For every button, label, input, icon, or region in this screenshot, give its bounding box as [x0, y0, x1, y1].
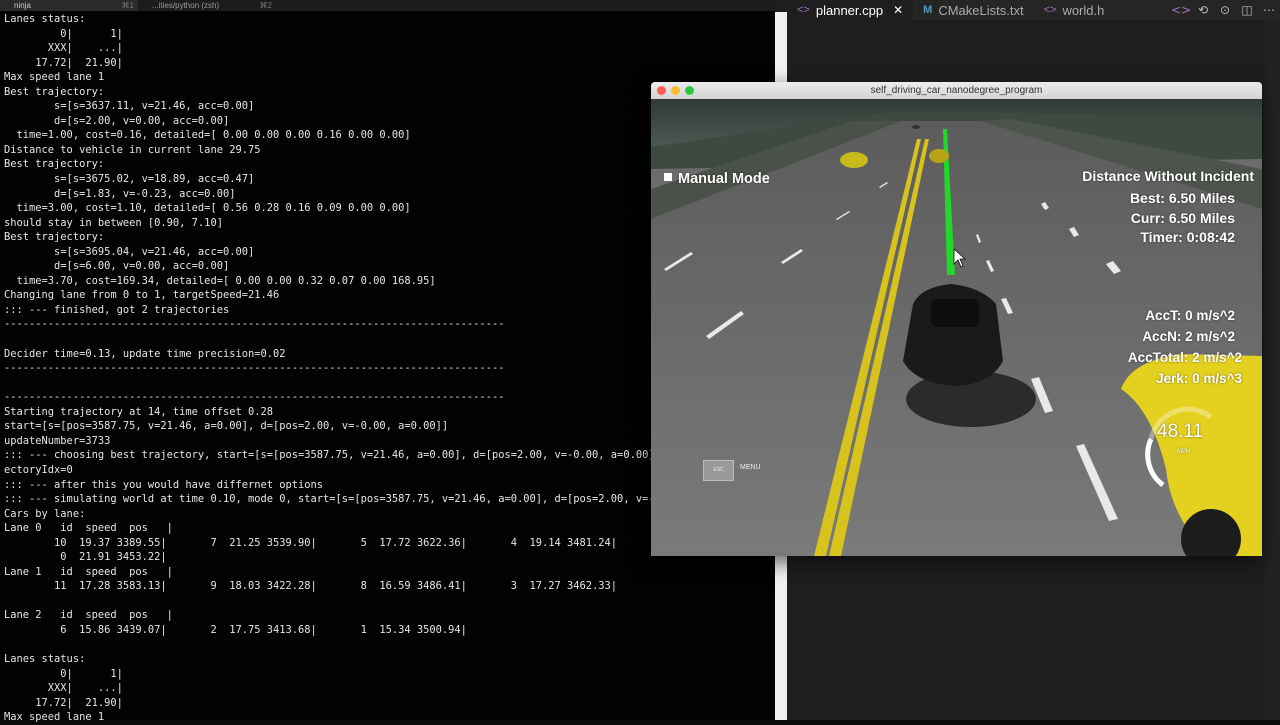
checkbox-icon[interactable]	[664, 173, 672, 181]
terminal-line: 11 17.28 3583.13| 9 18.03 3422.28| 8 16.…	[4, 580, 618, 593]
esc-button[interactable]: ESC	[703, 460, 734, 481]
simulator-window[interactable]: self_driving_car_nanodegree_program Manu…	[651, 82, 1262, 556]
preview-icon[interactable]: ⊙	[1214, 0, 1236, 20]
ego-car-roof	[931, 299, 979, 327]
more-actions-icon[interactable]: ⋯	[1258, 0, 1280, 20]
cmake-file-icon: M	[923, 4, 933, 16]
tab-label: planner.cpp	[815, 2, 884, 18]
window-titlebar[interactable]: self_driving_car_nanodegree_program	[651, 82, 1262, 99]
timer: Timer: 0:08:42	[1140, 229, 1235, 245]
window-title: self_driving_car_nanodegree_program	[870, 85, 1043, 96]
terminal-tab-ninja[interactable]: ninja ⌘1	[0, 0, 138, 11]
jerk: Jerk: 0 m/s^3	[1156, 371, 1242, 386]
terminal-line: Lane 1 id speed pos |	[4, 565, 173, 578]
header-file-icon: <>	[1043, 4, 1057, 16]
car-far	[912, 125, 920, 129]
tab-label: ...ities/python (zsh)	[152, 1, 220, 10]
terminal-line: 6 15.86 3439.07| 2 17.75 3413.68| 1 15.3…	[4, 623, 467, 636]
distance-header: Distance Without Incident	[1082, 168, 1254, 184]
tab-shortcut: ⌘1	[121, 1, 134, 10]
acc-n: AccN: 2 m/s^2	[1142, 329, 1235, 344]
open-changes-icon[interactable]: ⟲	[1192, 0, 1214, 20]
terminal-line: Lanes status:	[4, 13, 86, 25]
acc-total: AccTotal: 2 m/s^2	[1127, 350, 1242, 365]
current-distance: Curr: 6.50 Miles	[1130, 210, 1235, 226]
tab-shortcut: ⌘2	[259, 1, 272, 10]
terminal-line: XXX| ...|	[4, 42, 123, 55]
tab-label: CMakeLists.txt	[938, 2, 1024, 18]
simulator-viewport: Manual Mode Distance Without Incident Be…	[651, 99, 1262, 556]
speed-value: 48.11	[1157, 421, 1204, 442]
terminal-line: XXX| ...|	[4, 682, 123, 695]
split-editor-icon[interactable]: ◫	[1236, 0, 1258, 20]
terminal-line: 17.72| 21.90|	[4, 696, 123, 709]
terminal-tab-bar: ninja ⌘1 ...ities/python (zsh) ⌘2	[0, 0, 775, 11]
minimap[interactable]	[1265, 20, 1280, 720]
tab-cmakelists[interactable]: M CMakeLists.txt	[913, 0, 1033, 20]
car-yellow-distant	[840, 152, 868, 168]
terminal-tab-zsh[interactable]: ...ities/python (zsh) ⌘2	[138, 0, 276, 11]
minimize-window-icon[interactable]	[671, 86, 680, 95]
terminal-line: Lanes status:	[4, 653, 86, 666]
speed-unit: MPH	[1177, 449, 1191, 455]
cpp-file-icon: <>	[797, 4, 810, 16]
tab-world-h[interactable]: <> world.h	[1034, 0, 1115, 20]
terminal-line: 0| 1|	[4, 667, 123, 680]
terminal-line: Lane 2 id speed pos |	[4, 609, 173, 622]
manual-mode-toggle[interactable]: Manual Mode	[664, 171, 770, 187]
tab-label: world.h	[1062, 2, 1105, 18]
manual-mode-label: Manual Mode	[678, 171, 770, 187]
terminal-line: 0| 1|	[4, 27, 123, 40]
menu-label: MENU	[740, 464, 761, 471]
editor-tab-bar: <> planner.cpp ✕ M CMakeLists.txt <> wor…	[787, 0, 1280, 21]
car-yellow-distant-2	[929, 149, 949, 163]
terminal-line: 17.72| 21.90|	[4, 56, 123, 69]
close-icon[interactable]: ✕	[893, 3, 903, 17]
close-window-icon[interactable]	[657, 86, 666, 95]
acc-t: AccT: 0 m/s^2	[1145, 308, 1235, 323]
tab-label: ninja	[14, 1, 31, 10]
zoom-window-icon[interactable]	[685, 86, 694, 95]
best-distance: Best: 6.50 Miles	[1129, 190, 1235, 206]
terminal-line: Max speed lane 1	[4, 711, 105, 724]
tab-planner-cpp[interactable]: <> planner.cpp ✕	[787, 0, 914, 20]
git-compare-icon[interactable]: <>	[1170, 0, 1192, 20]
